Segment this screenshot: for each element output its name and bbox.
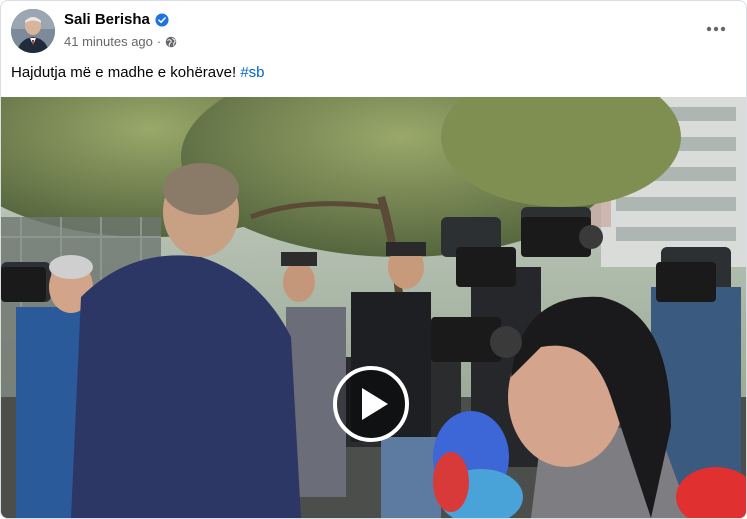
hashtag-link[interactable]: #sb — [240, 64, 264, 81]
globe-icon[interactable] — [165, 36, 177, 48]
video-player[interactable] — [1, 97, 746, 518]
meta-separator: · — [156, 34, 162, 49]
post-meta: 41 minutes ago · — [64, 34, 177, 49]
avatar-image — [11, 9, 55, 53]
more-options-icon — [706, 26, 726, 32]
caption-text: Hajdutja më e madhe e kohërave! — [11, 64, 237, 81]
more-options-button[interactable] — [702, 17, 730, 41]
author-name[interactable]: Sali Berisha — [64, 11, 169, 28]
verified-badge-icon — [155, 12, 169, 27]
author-avatar[interactable] — [11, 9, 55, 53]
post-card: Sali Berisha 41 minutes ago · Hajdutja m… — [0, 0, 747, 519]
play-icon[interactable] — [332, 365, 410, 443]
author-name-text[interactable]: Sali Berisha — [64, 11, 150, 28]
post-caption: Hajdutja më e madhe e kohërave! #sb — [11, 64, 265, 81]
post-header: Sali Berisha 41 minutes ago · — [1, 1, 746, 63]
post-timestamp[interactable]: 41 minutes ago — [64, 34, 153, 49]
video-frame — [1, 97, 746, 518]
